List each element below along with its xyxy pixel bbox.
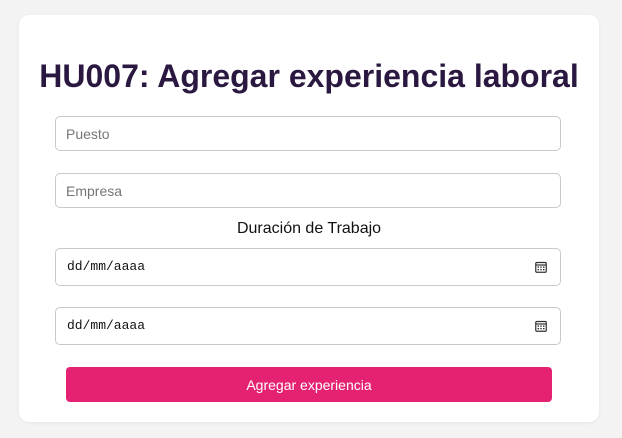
fecha-inicio-input[interactable]: dd/mm/aaaa [55,248,561,286]
calendar-icon[interactable] [535,261,547,273]
fecha-fin-placeholder: dd/mm/aaaa [67,318,146,333]
fecha-fin-input[interactable]: dd/mm/aaaa [55,307,561,345]
puesto-input[interactable] [55,116,561,151]
duracion-label: Duración de Trabajo [236,220,382,237]
empresa-input[interactable] [55,173,561,208]
agregar-experiencia-button[interactable]: Agregar experiencia [66,367,552,402]
calendar-icon[interactable] [535,320,547,332]
fecha-inicio-placeholder: dd/mm/aaaa [67,259,146,274]
page-title: HU007: Agregar experiencia laboral [39,58,579,94]
